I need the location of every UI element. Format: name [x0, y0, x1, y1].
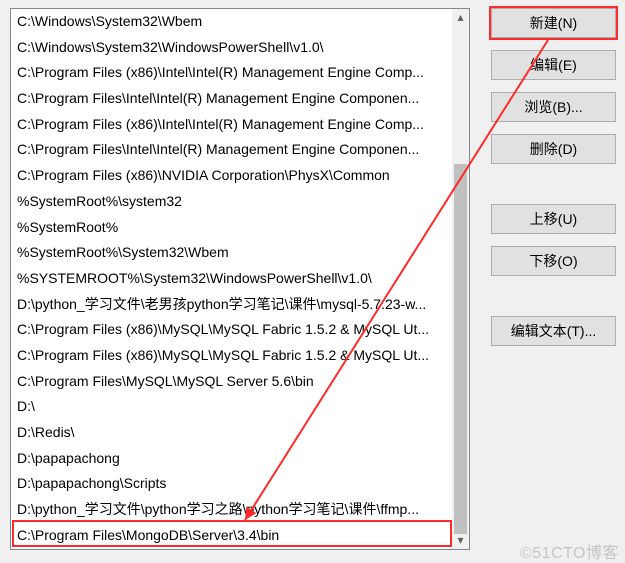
list-item[interactable]: C:\Windows\System32\WindowsPowerShell\v1… — [11, 35, 469, 61]
list-item[interactable]: C:\Program Files (x86)\MySQL\MySQL Fabri… — [11, 317, 469, 343]
list-item[interactable]: C:\Program Files\MongoDB\Server\3.4\bin — [11, 523, 469, 549]
scroll-thumb[interactable] — [454, 164, 467, 534]
list-inner: C:\Windows\System32\Wbem C:\Windows\Syst… — [11, 9, 469, 549]
list-item[interactable]: %SystemRoot%\System32\Wbem — [11, 240, 469, 266]
list-item[interactable]: D:\ — [11, 394, 469, 420]
browse-button[interactable]: 浏览(B)... — [491, 92, 616, 122]
move-up-button[interactable]: 上移(U) — [491, 204, 616, 234]
list-item[interactable]: C:\Program Files\Intel\Intel(R) Manageme… — [11, 86, 469, 112]
list-item[interactable]: D:\Redis\ — [11, 420, 469, 446]
list-item[interactable]: D:\python_学习文件\老男孩python学习笔记\课件\mysql-5.… — [11, 292, 469, 318]
scroll-up-arrow-icon[interactable]: ▴ — [452, 9, 469, 26]
list-item[interactable]: C:\Program Files (x86)\Intel\Intel(R) Ma… — [11, 112, 469, 138]
list-item[interactable]: C:\Program Files (x86)\Intel\Intel(R) Ma… — [11, 60, 469, 86]
list-item[interactable]: D:\python_学习文件\python学习之路\python学习笔记\课件\… — [11, 497, 469, 523]
watermark-text: ©51CTO博客 — [520, 539, 619, 563]
new-button[interactable]: 新建(N) — [491, 8, 616, 38]
dialog-content: C:\Windows\System32\Wbem C:\Windows\Syst… — [0, 0, 625, 563]
path-listbox[interactable]: C:\Windows\System32\Wbem C:\Windows\Syst… — [10, 8, 470, 550]
list-item[interactable]: C:\Program Files (x86)\MySQL\MySQL Fabri… — [11, 343, 469, 369]
button-column: 新建(N) 编辑(E) 浏览(B)... 删除(D) 上移(U) 下移(O) 编… — [491, 8, 616, 358]
list-item[interactable]: %SYSTEMROOT%\System32\WindowsPowerShell\… — [11, 266, 469, 292]
list-item[interactable]: C:\Program Files (x86)\NVIDIA Corporatio… — [11, 163, 469, 189]
list-item[interactable]: D:\papapachong\Scripts — [11, 471, 469, 497]
vertical-scrollbar[interactable]: ▴ ▾ — [452, 9, 469, 549]
list-item[interactable]: %SystemRoot% — [11, 215, 469, 241]
list-item[interactable]: C:\Program Files\Intel\Intel(R) Manageme… — [11, 137, 469, 163]
list-item[interactable]: %SystemRoot%\system32 — [11, 189, 469, 215]
edit-text-button[interactable]: 编辑文本(T)... — [491, 316, 616, 346]
scroll-down-arrow-icon[interactable]: ▾ — [452, 532, 469, 549]
list-item[interactable]: C:\Program Files\MySQL\MySQL Server 5.6\… — [11, 369, 469, 395]
list-item[interactable]: D:\papapachong — [11, 446, 469, 472]
delete-button[interactable]: 删除(D) — [491, 134, 616, 164]
list-item[interactable]: C:\Windows\System32\Wbem — [11, 9, 469, 35]
move-down-button[interactable]: 下移(O) — [491, 246, 616, 276]
edit-button[interactable]: 编辑(E) — [491, 50, 616, 80]
